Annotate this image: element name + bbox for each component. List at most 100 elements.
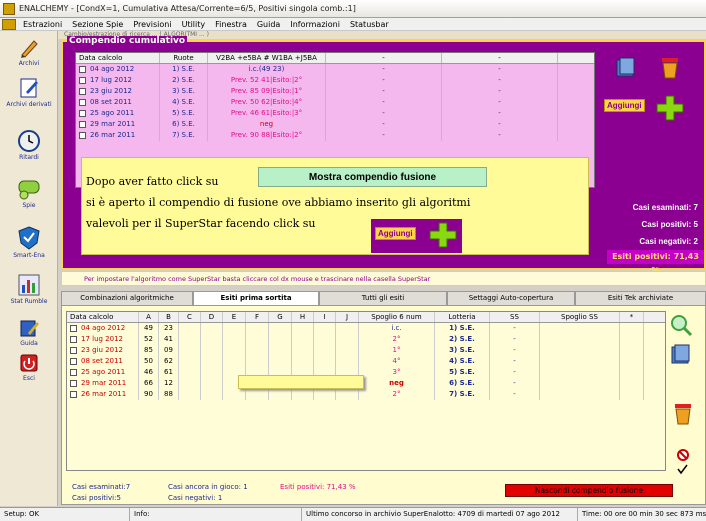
esiti-col-header[interactable]: Lotteria (435, 312, 490, 322)
row-checkbox[interactable] (70, 347, 77, 354)
menu-finestra[interactable]: Finestra (210, 20, 252, 29)
esiti-col-header[interactable]: D (201, 312, 223, 322)
compendio-row[interactable]: 23 giu 2012 3) S.E. Prev. 85 09|Esito:|1° -… (76, 86, 594, 97)
menu-utility[interactable]: Utility (177, 20, 211, 29)
row-checkbox[interactable] (70, 325, 77, 332)
esiti-row[interactable]: 26 mar 2011 90 88 2° 7) S.E. - (67, 389, 665, 400)
col-algoritmo[interactable]: V2BA +e5BA # W1BA +J5BA (208, 53, 326, 63)
book-icon[interactable] (670, 343, 692, 367)
menu-estrazioni[interactable]: Estrazioni (18, 20, 67, 29)
row-checkbox[interactable] (70, 336, 77, 343)
compendio-row[interactable]: 08 set 2011 4) S.E. Prev. 50 62|Esito:|4° -… (76, 97, 594, 108)
cell-star (620, 378, 644, 389)
esiti-col-header[interactable]: G (269, 312, 292, 322)
esiti-row[interactable]: 25 ago 2011 46 61 3° 5) S.E. - (67, 367, 665, 378)
tab-esiti-tek-archiviate[interactable]: Esiti Tek archiviate (575, 291, 706, 305)
esiti-row[interactable]: 04 ago 2012 49 23 i.c. 1) S.E. - (67, 323, 665, 334)
add-plus-icon[interactable] (428, 221, 458, 249)
esiti-panel: Data calcolo A B C D E F G H I J Spoglio 6 num Lotte… (61, 305, 706, 505)
add-plus-icon[interactable] (655, 94, 685, 122)
esiti-col-header[interactable]: I (314, 312, 336, 322)
col-data-calcolo[interactable]: Data calcolo (76, 53, 160, 63)
row-date-text: 26 mar 2011 (90, 131, 136, 139)
tab-tutti-gli-esiti[interactable]: Tutti gli esiti (319, 291, 447, 305)
col-empty-2[interactable]: - (442, 53, 558, 63)
esiti-col-header[interactable]: Spoglio SS (540, 312, 620, 322)
row-date-text: 04 ago 2012 (81, 324, 126, 332)
nascondi-compendio-fusione-button[interactable]: Nascondi compendio fusione (505, 484, 673, 497)
esiti-col-header[interactable]: Spoglio 6 num (359, 312, 435, 322)
col-ruote[interactable]: Ruote (160, 53, 208, 63)
tab-combinazioni-algoritmiche[interactable]: Combinazioni algoritmiche (61, 291, 193, 305)
esiti-col-header[interactable]: F (246, 312, 269, 322)
cell-lotteria: 4) S.E. (435, 356, 490, 367)
compendio-row[interactable]: 04 ago 2012 1) S.E. i.c.(49 23) - - (76, 64, 594, 75)
menu-guida[interactable]: Guida (252, 20, 285, 29)
row-checkbox[interactable] (70, 391, 77, 398)
esiti-col-header[interactable]: * (620, 312, 644, 322)
esiti-col-header[interactable]: E (223, 312, 246, 322)
esiti-col-header[interactable]: C (179, 312, 201, 322)
esiti-col-header[interactable]: SS (490, 312, 540, 322)
trash-bin-icon[interactable] (672, 402, 694, 426)
row-checkbox[interactable] (70, 369, 77, 376)
menu-statusbar[interactable]: Statusbar (345, 20, 394, 29)
status-ultimo-concorso: Ultimo concorso in archivio SuperEnalott… (302, 508, 578, 521)
sidebar-item-spie[interactable]: Spie (0, 175, 58, 209)
compendio-row[interactable]: 26 mar 2011 7) S.E. Prev. 90 88|Esito:|2° -… (76, 130, 594, 141)
search-add-icon[interactable] (668, 312, 694, 338)
sidebar-item-archivi[interactable]: Archivi (0, 37, 58, 67)
cell-empty (179, 378, 201, 389)
esiti-row[interactable]: 23 giu 2012 85 09 1° 3) S.E. - (67, 345, 665, 356)
menu-sezione-spie[interactable]: Sezione Spie (67, 20, 128, 29)
sidebar-item-archivi-derivati[interactable]: Archivi derivati (0, 76, 58, 108)
cell-empty (179, 367, 201, 378)
check-icon[interactable] (676, 463, 688, 475)
compendio-title: Compendio cumulativo (67, 36, 188, 46)
sidebar-item-smart-ena[interactable]: Smart-Ena (0, 225, 58, 259)
cell-empty (201, 356, 223, 367)
row-checkbox[interactable] (79, 121, 86, 128)
trash-bin-icon[interactable] (659, 56, 681, 80)
menu-previsioni[interactable]: Previsioni (128, 20, 176, 29)
aggiungi-callout-label[interactable]: Aggiungi (375, 227, 416, 240)
esiti-row[interactable]: 29 mar 2011 66 12 neg 6) S.E. - (67, 378, 665, 389)
sidebar-item-stat-rumble[interactable]: Stat Rumble (0, 271, 58, 305)
compendio-row[interactable]: 17 lug 2012 2) S.E. Prev. 52 41|Esito:|2° -… (76, 75, 594, 86)
row-checkbox[interactable] (79, 66, 86, 73)
cell-star (620, 389, 644, 400)
aggiungi-button-label[interactable]: Aggiungi (604, 99, 645, 112)
row-checkbox[interactable] (70, 380, 77, 387)
tab-esiti-prima-sortita[interactable]: Esiti prima sortita (193, 291, 319, 305)
menu-app-icon[interactable] (2, 18, 16, 30)
esiti-col-header[interactable]: B (159, 312, 179, 322)
sidebar-item-esci[interactable]: Esci (0, 352, 58, 382)
esiti-col-header[interactable]: Data calcolo (67, 312, 139, 322)
casi-positivi: Casi positivi: 5 (641, 220, 698, 229)
compendio-row[interactable]: 29 mar 2011 6) S.E. neg - - (76, 119, 594, 130)
row-checkbox[interactable] (70, 358, 77, 365)
pencil-icon (21, 40, 38, 58)
menu-informazioni[interactable]: Informazioni (285, 20, 345, 29)
compendio-row[interactable]: 25 ago 2011 5) S.E. Prev. 46 61|Esito:|3° -… (76, 108, 594, 119)
row-checkbox[interactable] (79, 99, 86, 106)
sidebar-item-guida[interactable]: Guida (0, 317, 58, 347)
esiti-row[interactable]: 08 set 2011 50 62 4° 4) S.E. - (67, 356, 665, 367)
esiti-col-header[interactable]: A (139, 312, 159, 322)
cell-empty (269, 389, 292, 400)
sidebar-item-ritardi[interactable]: Ritardi (0, 129, 58, 161)
esiti-col-header[interactable]: H (292, 312, 314, 322)
row-checkbox[interactable] (79, 77, 86, 84)
esiti-col-header[interactable]: J (336, 312, 359, 322)
row-checkbox[interactable] (79, 132, 86, 139)
no-sign-icon[interactable] (676, 448, 690, 462)
col-empty-1[interactable]: - (326, 53, 442, 63)
row-checkbox[interactable] (79, 88, 86, 95)
cell-empty (201, 334, 223, 345)
row-checkbox[interactable] (79, 110, 86, 117)
book-icon[interactable] (615, 56, 637, 80)
tab-settaggi-auto-copertura[interactable]: Settaggi Auto-copertura (447, 291, 575, 305)
app-icon (3, 2, 15, 15)
esiti-row[interactable]: 17 lug 2012 52 41 2° 2) S.E. - (67, 334, 665, 345)
mostra-compendio-fusione-button[interactable]: Mostra compendio fusione (258, 167, 487, 187)
